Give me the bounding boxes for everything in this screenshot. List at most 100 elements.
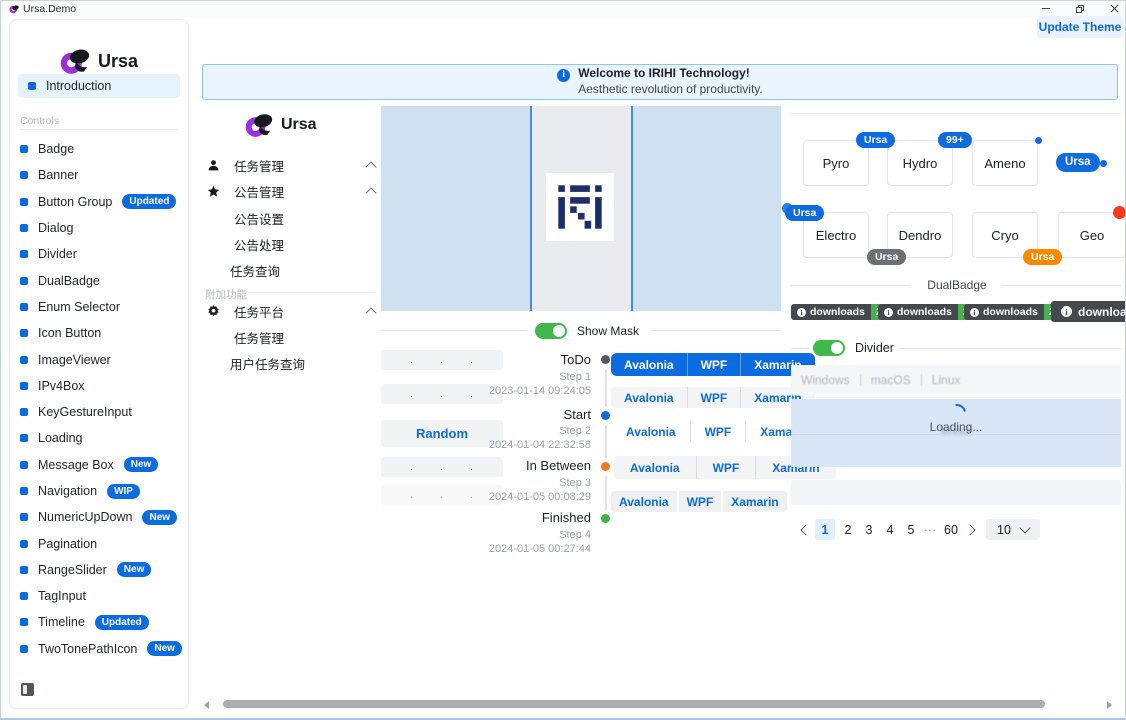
mask-boundary-line[interactable] <box>631 106 633 311</box>
title-bar: Ursa.Demo <box>1 1 1125 17</box>
group-button-avalonia[interactable]: Avalonia <box>611 491 677 512</box>
loading-label: Loading... <box>791 420 1121 434</box>
pagination-ellipsis[interactable]: ··· <box>921 519 939 540</box>
standalone-ursa-badge: Ursa <box>1056 153 1100 172</box>
status-badge: Updated <box>95 615 149 630</box>
pagination-page-1[interactable]: 1 <box>815 519 835 540</box>
sidebar-item-imageviewer[interactable]: ImageViewer <box>10 346 188 372</box>
bullet-icon <box>20 224 28 232</box>
timeline-step-title: Start <box>431 407 591 422</box>
group-button-avalonia[interactable]: Avalonia <box>612 421 690 442</box>
timeline-step-time: 2023-01-14 09:24:05 <box>431 385 591 397</box>
sidebar-item-enum-selector[interactable]: Enum Selector <box>10 294 188 320</box>
menu-item-task-platform[interactable]: 任务平台 <box>207 302 375 321</box>
timeline-step-title: In Between <box>431 458 591 473</box>
sidebar-item-badge[interactable]: Badge <box>10 136 188 162</box>
group-button-wpf[interactable]: WPF <box>687 353 741 376</box>
menu-item-task-management[interactable]: 任务管理 <box>207 156 375 175</box>
empty-panel <box>791 480 1121 505</box>
sidebar-item-message-box[interactable]: Message BoxNew <box>10 452 188 478</box>
info-icon: i <box>557 69 570 82</box>
image-viewer[interactable] <box>381 106 781 311</box>
sidebar-item-rangeslider[interactable]: RangeSliderNew <box>10 557 188 583</box>
pagination-next-button[interactable] <box>964 519 978 540</box>
divider <box>791 348 809 349</box>
menu-item-announcement-management[interactable]: 公告管理 <box>207 182 375 201</box>
sidebar-item-dialog[interactable]: Dialog <box>10 215 188 241</box>
scroll-left-arrow[interactable] <box>204 701 209 709</box>
pagination-prev-button[interactable] <box>797 519 811 540</box>
menu-item-user-task-query[interactable]: 用户任务查询 <box>230 354 305 374</box>
menu-item-announcement-settings[interactable]: 公告设置 <box>234 209 284 229</box>
app-window: Ursa.Demo Ursa Introduction Controls <box>0 0 1126 720</box>
timeline-step-label: Step 4 <box>431 529 591 541</box>
mask-boundary-line[interactable] <box>530 106 532 311</box>
pagination-page-5[interactable]: 5 <box>902 519 920 540</box>
page-size-select[interactable]: 10 <box>986 519 1040 540</box>
pagination-page-3[interactable]: 3 <box>860 519 878 540</box>
sidebar-item-divider[interactable]: Divider <box>10 241 188 267</box>
sidebar-item-timeline[interactable]: TimelineUpdated <box>10 609 188 635</box>
sidebar-item-icon-button[interactable]: Icon Button <box>10 320 188 346</box>
info-icon: i <box>1061 306 1072 317</box>
group-button-avalonia[interactable]: Avalonia <box>611 353 687 376</box>
pagination-page-4[interactable]: 4 <box>881 519 899 540</box>
timeline-step-label: Step 1 <box>431 371 591 383</box>
sidebar-collapse-icon[interactable] <box>21 683 34 696</box>
sidebar-item-navigation[interactable]: NavigationWIP <box>10 478 188 504</box>
menu-item-task-management-sub[interactable]: 任务管理 <box>234 328 284 348</box>
sidebar-item-keygestureinput[interactable]: KeyGestureInput <box>10 399 188 425</box>
sidebar-item-banner[interactable]: Banner <box>10 162 188 188</box>
sidebar-item-pagination[interactable]: Pagination <box>10 530 188 556</box>
restore-button[interactable] <box>1067 1 1093 16</box>
sidebar-menu: Badge Banner Button GroupUpdated Dialog … <box>10 136 188 662</box>
close-button[interactable] <box>1101 1 1126 16</box>
badge-count: 99+ <box>938 132 972 148</box>
timeline-dot-inbetween <box>601 462 610 471</box>
timeline-connector <box>605 476 607 510</box>
horizontal-scrollbar-thumb[interactable] <box>223 700 1045 708</box>
sidebar: Ursa Introduction Controls Badge Banner … <box>9 19 189 709</box>
group-button-wpf[interactable]: WPF <box>696 456 756 479</box>
pagination-page-60[interactable]: 60 <box>940 519 962 540</box>
timeline-step-time: 2024-01-05 00:27:44 <box>431 543 591 555</box>
group-button-avalonia[interactable]: Avalonia <box>611 387 687 408</box>
bullet-icon <box>20 461 28 469</box>
menu-item-announcement-handling[interactable]: 公告处理 <box>234 235 284 255</box>
banner-subtitle: Aesthetic revolution of productivity. <box>578 82 763 98</box>
vertical-divider <box>921 374 922 386</box>
show-mask-control: Show Mask <box>535 323 639 339</box>
chevron-right-icon <box>964 524 975 535</box>
badge-ursa: Ursa <box>856 132 895 148</box>
timeline-step-time: 2024-01-05 00:08:29 <box>431 491 591 503</box>
sidebar-item-introduction[interactable]: Introduction <box>18 74 180 98</box>
group-button-wpf[interactable]: WPF <box>687 387 741 408</box>
person-icon <box>207 159 220 172</box>
group-button-xamarin[interactable]: Xamarin <box>721 491 786 512</box>
sidebar-item-ipv4box[interactable]: IPv4Box <box>10 373 188 399</box>
divider <box>791 285 911 286</box>
sidebar-item-twotonepathicon[interactable]: TwoTonePathIconNew <box>10 636 188 662</box>
sidebar-item-button-group[interactable]: Button GroupUpdated <box>10 189 188 215</box>
sidebar-item-loading[interactable]: Loading <box>10 425 188 451</box>
menu-item-task-query[interactable]: 任务查询 <box>230 261 280 281</box>
divider-control: Divider <box>813 340 894 356</box>
pagination-page-2[interactable]: 2 <box>839 519 857 540</box>
sidebar-item-taginput[interactable]: TagInput <box>10 583 188 609</box>
update-theme-button[interactable]: Update Theme <box>1037 16 1123 38</box>
group-button-wpf[interactable]: WPF <box>677 491 722 512</box>
divider-toggle[interactable] <box>813 340 845 356</box>
bullet-icon <box>20 145 28 153</box>
minimize-button[interactable] <box>1033 1 1059 16</box>
sidebar-item-dualbadge[interactable]: DualBadge <box>10 267 188 293</box>
timeline-step-title: Finished <box>431 510 591 525</box>
sidebar-logo: Ursa <box>10 46 188 76</box>
sidebar-item-numericupdown[interactable]: NumericUpDownNew <box>10 504 188 530</box>
show-mask-toggle[interactable] <box>535 323 567 339</box>
viewer-mask-left <box>381 106 531 311</box>
group-button-wpf[interactable]: WPF <box>690 421 746 442</box>
timeline-step-time: 2024-01-04 22:32:58 <box>431 439 591 451</box>
group-button-avalonia[interactable]: Avalonia <box>614 456 696 479</box>
scroll-right-arrow[interactable] <box>1107 701 1112 709</box>
chevron-left-icon <box>800 524 811 535</box>
